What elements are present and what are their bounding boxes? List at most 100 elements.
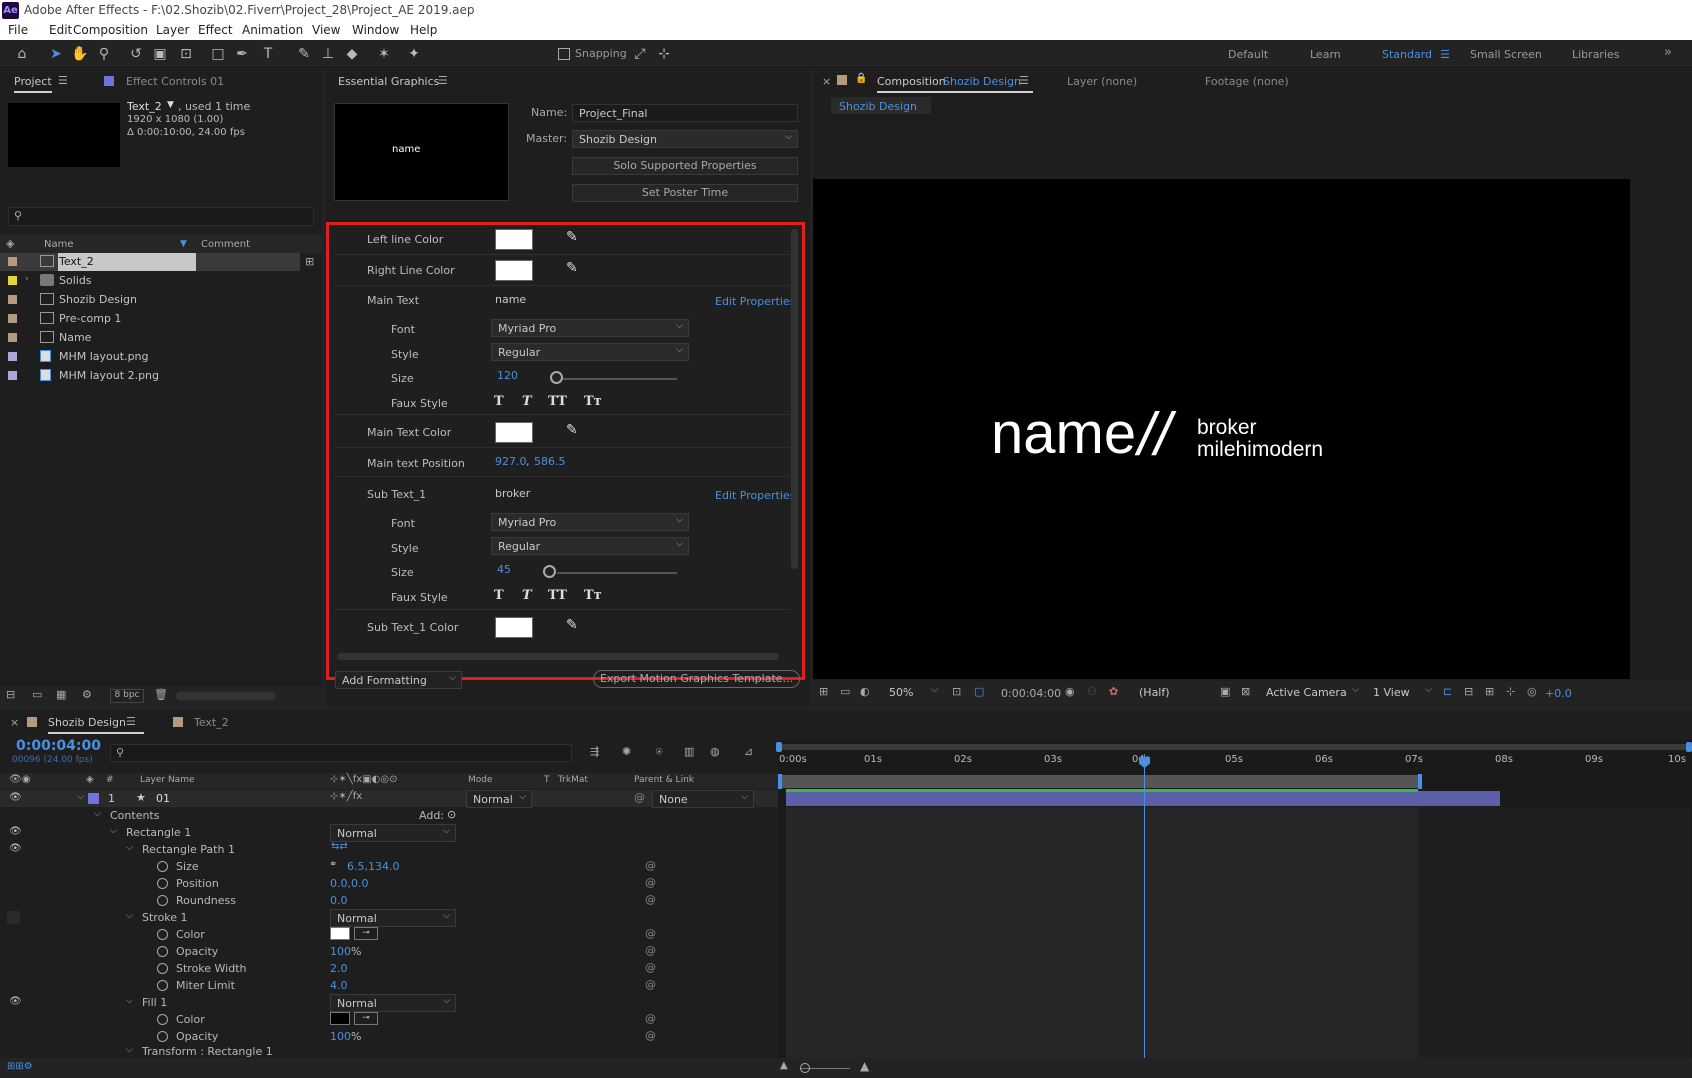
eyedropper-icon[interactable]: ✎ <box>566 422 578 438</box>
stopwatch-icon[interactable] <box>157 861 168 872</box>
fill-color-row[interactable]: Color ⊸ @ <box>0 1011 780 1027</box>
time-ruler[interactable]: 0:00s 01s 02s 03s 04s 05s 06s 07s 08s 09… <box>778 753 1692 773</box>
stroke-opacity-row[interactable]: Opacity 100 % @ <box>0 943 780 959</box>
panel-menu-icon[interactable]: ☰ <box>58 74 68 87</box>
navigator-start-handle[interactable] <box>776 742 782 752</box>
sub-text-color-swatch[interactable] <box>495 617 533 638</box>
list-item[interactable]: MHM layout 2.png <box>0 367 300 385</box>
all-caps-icon[interactable]: TT <box>548 588 567 603</box>
faux-italic-icon[interactable]: T <box>522 588 532 603</box>
roundness-value[interactable]: 0.0 <box>330 894 348 907</box>
snap-edges-icon[interactable]: ⤢ <box>630 44 650 64</box>
menu-help[interactable]: Help <box>410 23 437 37</box>
roundness-row[interactable]: Roundness 0.0 @ <box>0 892 780 908</box>
menu-file[interactable]: File <box>8 23 28 37</box>
right-line-color-swatch[interactable] <box>495 260 533 281</box>
eye-icon[interactable]: 👁 <box>9 843 22 854</box>
camera-dropdown[interactable]: Active Camera ⌵ <box>1260 684 1364 702</box>
expression-icon[interactable]: @ <box>645 1029 656 1042</box>
graph-editor-icon[interactable]: ⊿ <box>744 745 753 758</box>
template-name-field[interactable]: Project_Final <box>572 104 798 122</box>
fill-opacity-value[interactable]: 100 <box>330 1030 351 1043</box>
column-mode[interactable]: Mode <box>468 775 493 785</box>
always-preview-icon[interactable]: ⊞ <box>819 685 828 698</box>
fill-opacity-row[interactable]: Opacity 100 % @ <box>0 1028 780 1044</box>
edit-properties-link[interactable]: Edit Properties <box>715 295 795 308</box>
column-layer-name[interactable]: Layer Name <box>140 775 195 785</box>
eyedropper-icon[interactable]: ⊸ <box>354 927 378 940</box>
composition-viewer[interactable]: name // broker milehimodern <box>813 179 1630 679</box>
channel-icon[interactable]: ✿ <box>1109 685 1118 698</box>
rectangle-mode-dropdown[interactable]: Normal ⌵ <box>330 824 456 842</box>
menu-animation[interactable]: Animation <box>242 23 303 37</box>
fast-previews-icon[interactable]: ▣ <box>1220 685 1230 698</box>
sub-text-value[interactable]: broker <box>495 487 530 500</box>
timeline-icon[interactable]: ⊟ <box>1464 685 1473 698</box>
column-parent[interactable]: Parent & Link <box>634 775 694 785</box>
set-poster-time-button[interactable]: Set Poster Time <box>572 184 798 202</box>
contents-row[interactable]: ⌵ Contents Add: ⊙ <box>0 807 780 823</box>
layer-label-color[interactable] <box>88 793 99 804</box>
timeline-timecode[interactable]: 0:00:04:00 <box>16 738 101 754</box>
stopwatch-icon[interactable] <box>157 946 168 957</box>
hand-tool-icon[interactable]: ✋ <box>70 44 90 64</box>
fill-mode-dropdown[interactable]: Normal ⌵ <box>330 994 456 1012</box>
menu-view[interactable]: View <box>312 23 340 37</box>
tab-layer[interactable]: Layer (none) <box>1067 75 1137 88</box>
list-item[interactable]: MHM layout.png <box>0 348 300 366</box>
sub-style-dropdown[interactable]: Regular ⌵ <box>491 537 689 555</box>
constrain-proportions-icon[interactable]: ⚭ <box>329 859 337 870</box>
small-caps-icon[interactable]: Tт <box>584 394 602 409</box>
render-time-icon[interactable]: ⊞⊞⚙ <box>7 1061 33 1072</box>
expression-icon[interactable]: @ <box>645 927 656 940</box>
column-comment[interactable]: Comment <box>201 239 250 250</box>
switches-icon[interactable]: ⊹✶╲fx▣◐◎⊙ <box>330 774 398 785</box>
eye-icon[interactable]: 👁 <box>9 826 22 837</box>
visibility-toggle[interactable] <box>7 911 20 924</box>
selection-tool-icon[interactable]: ➤ <box>46 44 66 64</box>
fill-row[interactable]: 👁 ⌵ Fill 1 Normal ⌵ <box>0 994 780 1012</box>
label-tag-icon[interactable]: ◈ <box>86 774 94 785</box>
chevron-down-icon[interactable]: ⌵ <box>126 996 133 1006</box>
chevron-down-icon[interactable]: ⌵ <box>77 792 84 802</box>
sub-font-dropdown[interactable]: Myriad Pro ⌵ <box>491 513 689 531</box>
roto-brush-tool-icon[interactable]: ✶ <box>374 44 394 64</box>
trash-icon[interactable]: 🗑 <box>154 688 168 701</box>
eraser-tool-icon[interactable]: ◆ <box>342 44 362 64</box>
expression-icon[interactable]: @ <box>645 978 656 991</box>
column-name[interactable]: Name <box>44 239 74 250</box>
stroke-color-swatch[interactable] <box>330 927 350 940</box>
stroke-width-value[interactable]: 2.0 <box>330 962 348 975</box>
chevron-down-icon[interactable]: ⌵ <box>110 826 117 836</box>
flowchart-icon[interactable]: ⊞ <box>305 255 314 268</box>
faux-bold-icon[interactable]: T <box>494 394 504 409</box>
clone-stamp-tool-icon[interactable]: ⊥ <box>318 44 338 64</box>
layer-parent-dropdown[interactable]: None ⌵ <box>652 790 754 808</box>
stroke-color-row[interactable]: Color ⊸ @ <box>0 926 780 942</box>
eye-icon[interactable]: 👁 <box>9 792 22 803</box>
eyedropper-icon[interactable]: ✎ <box>566 617 578 633</box>
expression-icon[interactable]: @ <box>645 944 656 957</box>
project-settings-icon[interactable]: ⚙ <box>82 688 92 701</box>
chevron-down-icon[interactable]: ⌵ <box>126 1045 133 1055</box>
puppet-tool-icon[interactable]: ✦ <box>404 44 424 64</box>
transparency-grid-icon[interactable]: ⊠ <box>1241 685 1250 698</box>
stopwatch-icon[interactable] <box>157 1031 168 1042</box>
snap-features-icon[interactable]: ⊹ <box>654 44 674 64</box>
navigator-end-handle[interactable] <box>1686 742 1692 752</box>
faux-italic-icon[interactable]: T <box>522 394 532 409</box>
faux-bold-icon[interactable]: T <box>494 588 504 603</box>
current-time[interactable]: 0:00:04:00 <box>1001 687 1061 700</box>
pan-behind-tool-icon[interactable]: ⊡ <box>176 44 196 64</box>
rectangle-row[interactable]: 👁 ⌵ Rectangle 1 Normal ⌵ <box>0 824 780 842</box>
miter-limit-value[interactable]: 4.0 <box>330 979 348 992</box>
expression-icon[interactable]: @ <box>645 1012 656 1025</box>
chevron-down-icon[interactable]: ⌵ <box>126 843 133 853</box>
av-features-icon[interactable]: 👁◉ <box>9 774 30 785</box>
zoom-tool-icon[interactable]: ⚲ <box>94 44 114 64</box>
small-caps-icon[interactable]: Tт <box>584 588 602 603</box>
zoom-in-icon[interactable]: ▲ <box>860 1059 869 1073</box>
left-line-color-swatch[interactable] <box>495 229 533 250</box>
menu-effect[interactable]: Effect <box>198 23 233 37</box>
sub-size-slider-knob[interactable] <box>543 565 556 578</box>
